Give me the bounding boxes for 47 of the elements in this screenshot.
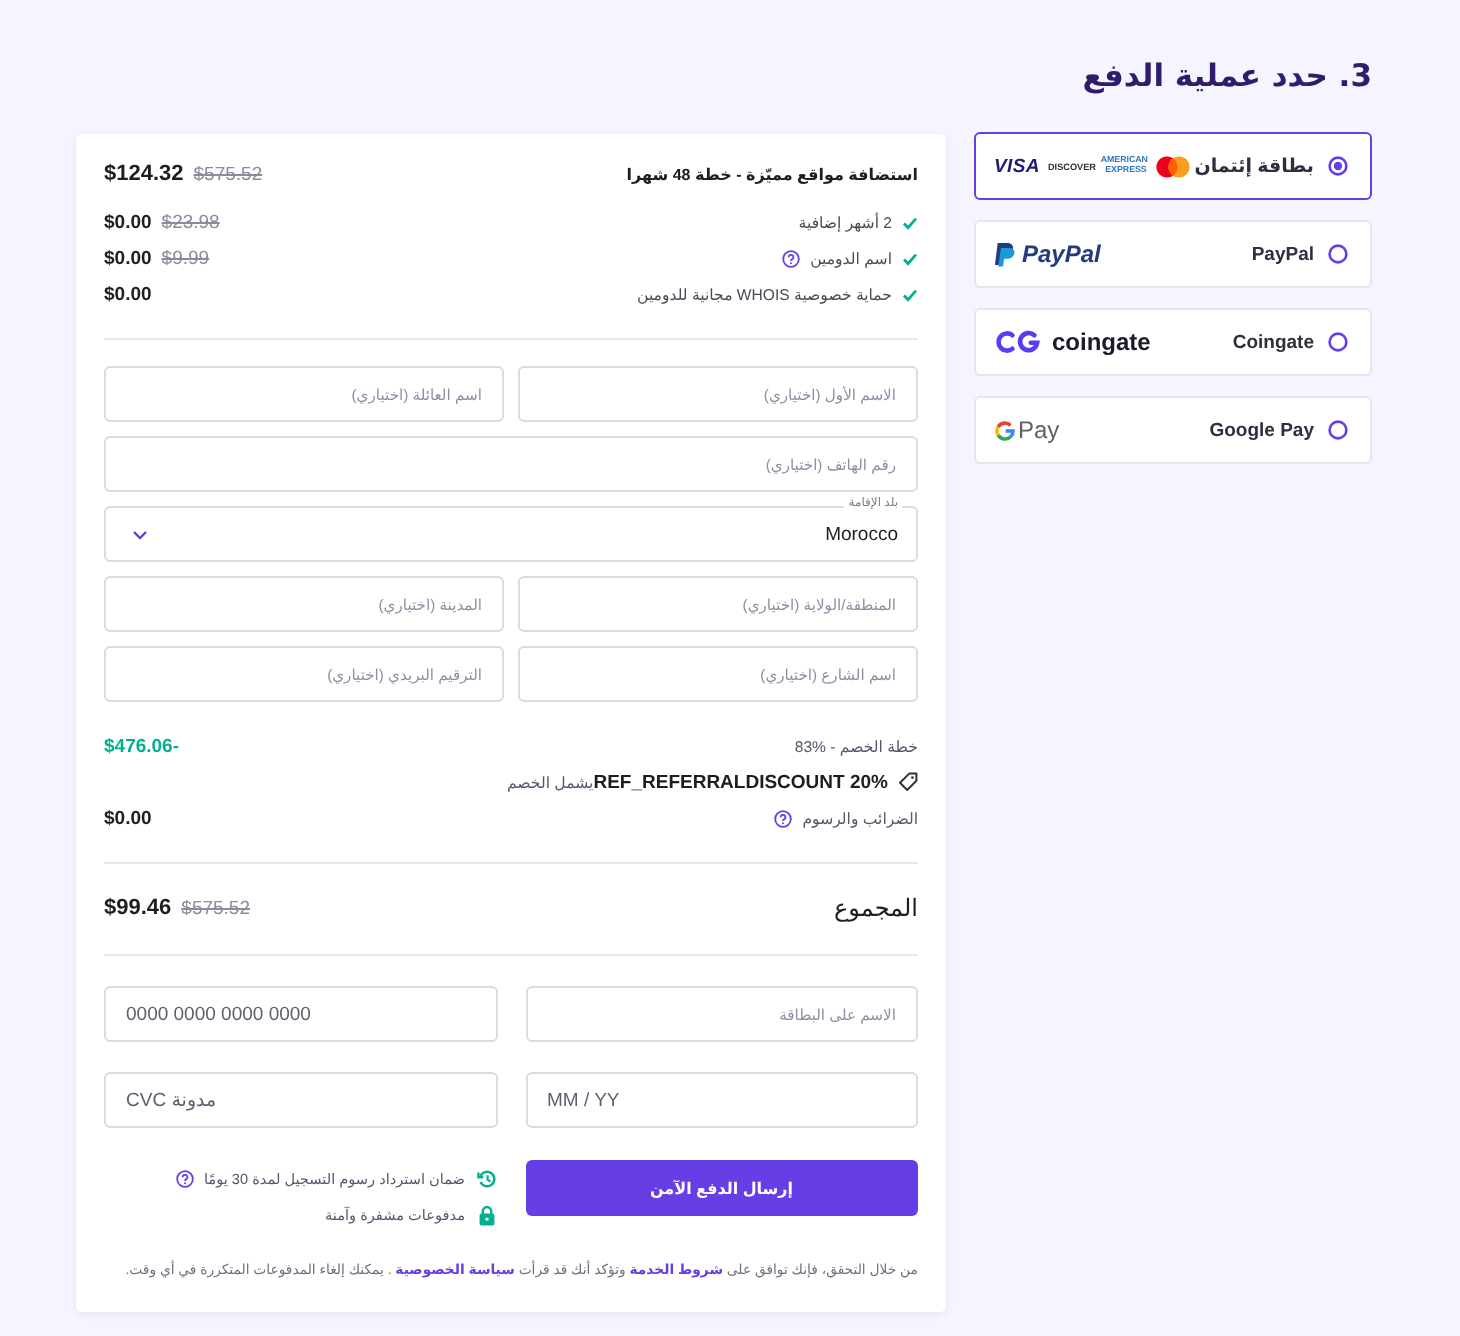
tag-icon: [898, 772, 918, 792]
submit-payment-button[interactable]: إرسال الدفع الآمن: [525, 1160, 918, 1216]
plan-name: استضافة مواقع مميّزة - خطة 48 شهرا: [626, 165, 918, 183]
brand-logo: PayPal: [1022, 240, 1101, 268]
input-field[interactable]: MM / YY: [525, 1072, 918, 1128]
payment-label: Google Pay: [1209, 419, 1314, 441]
brand-mark-icon: [994, 419, 1016, 441]
input-field[interactable]: 0000 0000 0000 0000: [104, 986, 497, 1042]
old-price: $23.98: [161, 211, 220, 233]
payment-label: Coingate: [1232, 331, 1314, 353]
radio-button[interactable]: [1328, 332, 1348, 352]
price-text: $0.00: [104, 211, 152, 233]
radio-button[interactable]: [1328, 420, 1348, 440]
overlapping-circles-icon: [1155, 155, 1190, 177]
section-title: 3. حدد عملية الدفع: [1080, 56, 1372, 98]
check-icon: [902, 251, 918, 265]
brand-mark-icon: [994, 241, 1016, 267]
check-icon: [902, 215, 918, 229]
brand-logo: coingate: [1052, 328, 1151, 356]
check-icon: [902, 287, 918, 301]
price-text: $0.00: [104, 247, 152, 269]
brand-mark-icon: [994, 330, 1044, 354]
brand-logo: Pay: [1018, 416, 1060, 444]
price-text: $124.32: [104, 162, 184, 186]
old-price: $575.52: [193, 163, 263, 185]
brand-logo: VISA: [994, 155, 1040, 177]
payment-option[interactable]: PayPal PayPal: [974, 220, 1372, 288]
price-text: $0.00: [104, 807, 152, 829]
payment-label: بطاقة إئتمان: [1194, 155, 1314, 177]
payment-option[interactable]: coingate Coingate: [974, 308, 1372, 376]
total-price: $99.46: [104, 896, 172, 920]
total-label: المجموع: [834, 894, 918, 922]
old-price: $9.99: [161, 247, 210, 269]
input-field[interactable]: CVC مدونة: [104, 1072, 497, 1128]
lock-icon: [475, 1203, 497, 1225]
caret-icon: [132, 529, 148, 539]
discount-amount: -$476.06: [104, 735, 180, 757]
help-icon[interactable]: [175, 1169, 194, 1187]
clock-arrow-icon: [475, 1167, 497, 1189]
radio-button[interactable]: [1328, 244, 1348, 264]
payment-option[interactable]: Pay Google Pay: [974, 396, 1372, 464]
old-price: $575.52: [181, 897, 250, 919]
radio-button[interactable]: [1328, 156, 1348, 176]
price-text: $0.00: [104, 283, 152, 305]
payment-label: PayPal: [1251, 243, 1314, 265]
help-icon[interactable]: [774, 809, 793, 827]
help-icon[interactable]: [782, 249, 801, 267]
